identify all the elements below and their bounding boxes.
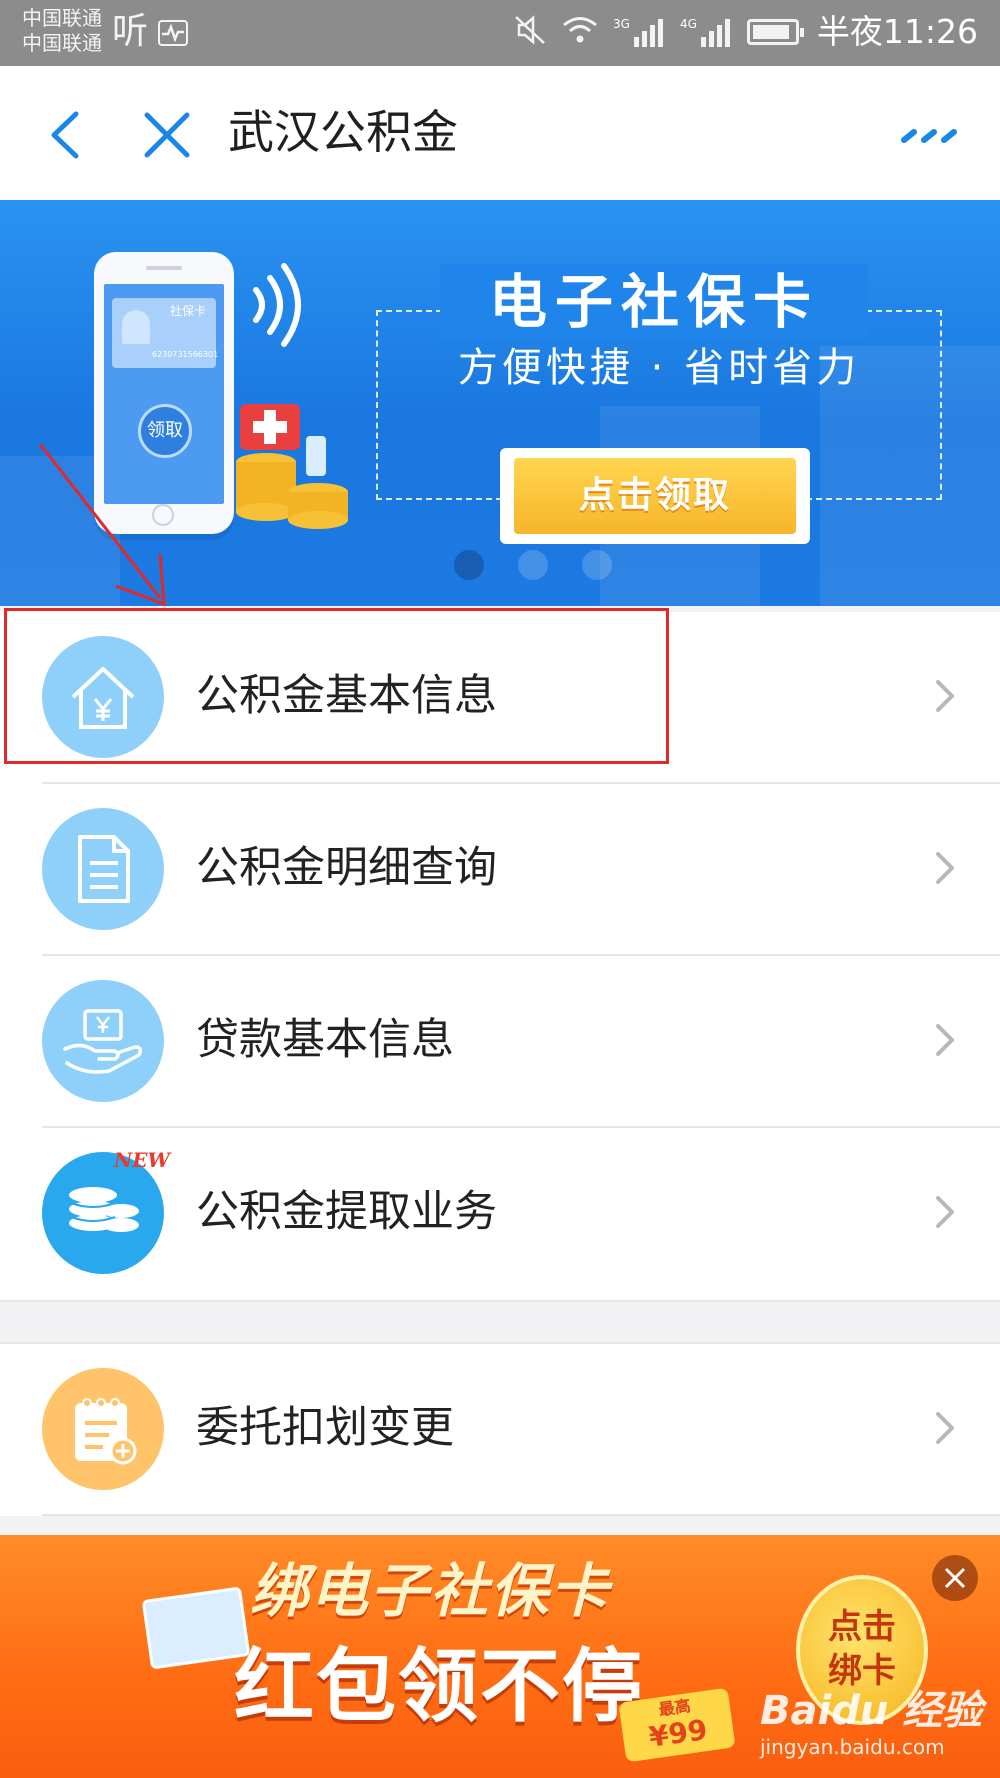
menu-item-label: 贷款基本信息 [196, 1015, 454, 1065]
battery-icon [746, 19, 804, 45]
signal-4g-icon: 4G [680, 17, 733, 47]
menu-item-label: 公积金明细查询 [196, 843, 497, 893]
chevron-right-icon [936, 852, 954, 884]
chevron-right-icon [936, 1412, 954, 1444]
coins-medkit-illustration [236, 404, 348, 529]
title-bar: 武汉公积金 [0, 66, 1000, 200]
phone-card-title: 社保卡 [170, 304, 207, 318]
page-title: 武汉公积金 [228, 105, 458, 159]
carousel-dot[interactable] [582, 550, 612, 580]
menu-item-fund-details[interactable]: 公积金明细查询 [0, 784, 1000, 956]
clock: 半夜11:26 [816, 12, 978, 51]
chevron-left-icon [51, 111, 79, 159]
hand-money-icon [42, 980, 164, 1102]
baidu-watermark: Baidu 经验 jingyan.baidu.com [760, 1687, 982, 1759]
signal-3g-icon: 3G [613, 17, 666, 47]
avatar-icon [122, 310, 150, 344]
ad-close-button[interactable] [932, 1555, 978, 1601]
new-badge: NEW [114, 1148, 170, 1172]
listen-icon: 听 [112, 11, 149, 52]
carousel-indicator[interactable] [454, 550, 612, 580]
phone-card-number: 6230731566301 [152, 350, 219, 359]
status-bar: 中国联通 中国联通 听 3G 4G 半夜11:26 [0, 0, 1000, 66]
divider [42, 1514, 1000, 1516]
ad-title-line1: 绑电子社保卡 [250, 1557, 611, 1625]
menu-item-label: 公积金提取业务 [196, 1187, 497, 1237]
bottom-ad-banner[interactable]: 绑电子社保卡 红包领不停 最高 ¥99 点击 绑卡 Baidu 经验 jingy… [0, 1535, 1000, 1778]
close-icon [944, 1567, 966, 1589]
back-button[interactable] [40, 108, 90, 162]
carousel-dot[interactable] [518, 550, 548, 580]
signal-3g-label: 3G [613, 17, 630, 31]
ad-title-line2: 红包领不停 [234, 1640, 644, 1733]
watermark-line1: Baidu 经验 [760, 1688, 983, 1734]
carrier-info: 中国联通 中国联通 [22, 6, 102, 56]
menu-item-label: 委托扣划变更 [196, 1403, 454, 1453]
notepad-plus-icon [42, 1368, 164, 1490]
document-icon [42, 808, 164, 930]
activity-icon [158, 20, 188, 46]
status-right: 3G 4G 半夜11:26 [513, 10, 978, 54]
menu-item-loan-info[interactable]: 贷款基本信息 [0, 956, 1000, 1128]
claim-button-label: 点击领取 [514, 458, 796, 534]
menu-item-fund-withdrawal[interactable]: NEW 公积金提取业务 [0, 1128, 1000, 1300]
claim-button[interactable]: 点击领取 [500, 448, 810, 544]
more-icon [901, 129, 957, 143]
signal-4g-label: 4G [679, 17, 697, 31]
bind-card-line1: 点击 [828, 1607, 896, 1647]
menu-item-debit-change[interactable]: 委托扣划变更 [0, 1344, 1000, 1516]
banner-subtitle: 方便快捷 · 省时省力 [457, 345, 861, 391]
more-button[interactable] [900, 124, 960, 148]
social-card-illustration: 社保卡 6230731566301 [112, 298, 219, 368]
annotation-arrow [38, 443, 166, 607]
carousel-dot[interactable] [454, 550, 484, 580]
wifi-icon [561, 15, 599, 49]
carrier-2: 中国联通 [22, 31, 102, 55]
banner-title: 电子社保卡 [440, 264, 868, 340]
section-gap [0, 1300, 1000, 1344]
close-icon [144, 112, 190, 158]
chevron-right-icon [936, 1024, 954, 1056]
mute-icon [513, 14, 547, 50]
carrier-1: 中国联通 [22, 6, 102, 30]
nfc-signal-icon [253, 263, 301, 347]
watermark-line2: jingyan.baidu.com [760, 1735, 945, 1759]
chevron-right-icon [936, 680, 954, 712]
annotation-highlight-box [4, 608, 669, 764]
close-button[interactable] [138, 106, 196, 164]
chevron-right-icon [936, 1196, 954, 1228]
